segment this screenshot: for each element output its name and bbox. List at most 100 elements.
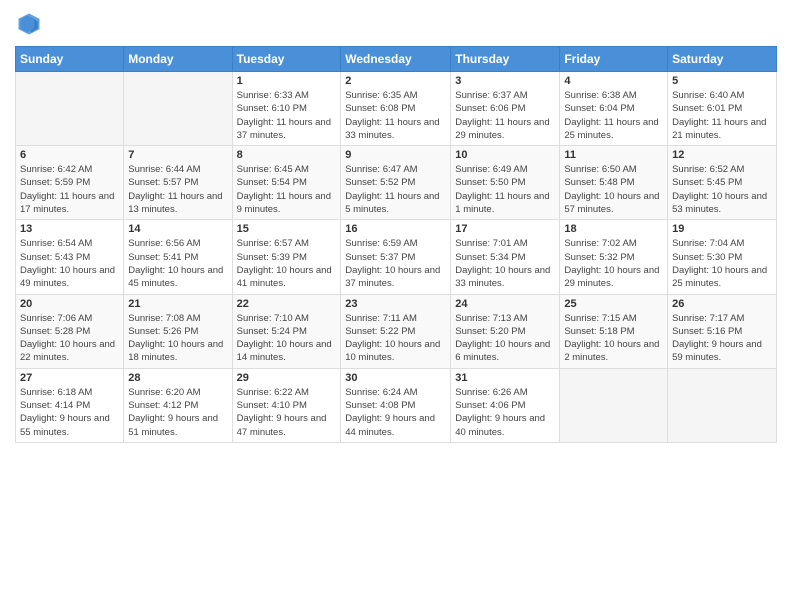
- logo-icon: [15, 10, 43, 38]
- calendar-cell: 31 Sunrise: 6:26 AMSunset: 4:06 PMDayligh…: [451, 368, 560, 442]
- calendar-cell: 29Sunrise: 6:22 AMSunset: 4:10 PMDayligh…: [232, 368, 341, 442]
- calendar-week-row: 1 Sunrise: 6:33 AMSunset: 6:10 PMDaylight…: [16, 72, 777, 146]
- day-info: Sunrise: 6:49 AMSunset: 5:50 PMDaylight:…: [455, 163, 555, 216]
- day-number: 14: [128, 223, 227, 235]
- day-info: Sunrise: 7:10 AMSunset: 5:24 PMDaylight:…: [237, 312, 337, 365]
- day-number: 2: [345, 75, 446, 87]
- day-number: 20: [20, 298, 119, 310]
- calendar-cell: [16, 72, 124, 146]
- day-info: Sunrise: 6:42 AMSunset: 5:59 PMDaylight:…: [20, 163, 119, 216]
- calendar-cell: 15 Sunrise: 6:57 AMSunset: 5:39 PMDayligh…: [232, 220, 341, 294]
- weekday-monday: Monday: [124, 47, 232, 72]
- day-number: 9: [345, 149, 446, 161]
- day-info: Sunrise: 7:04 AMSunset: 5:30 PMDaylight:…: [672, 237, 772, 290]
- calendar-cell: 8 Sunrise: 6:45 AMSunset: 5:54 PMDaylight…: [232, 146, 341, 220]
- calendar-cell: 19 Sunrise: 7:04 AMSunset: 5:30 PMDayligh…: [668, 220, 777, 294]
- day-info: Sunrise: 7:11 AMSunset: 5:22 PMDaylight:…: [345, 312, 446, 365]
- day-info: Sunrise: 6:47 AMSunset: 5:52 PMDaylight:…: [345, 163, 446, 216]
- day-number: 30: [345, 372, 446, 384]
- day-number: 12: [672, 149, 772, 161]
- day-info: Sunrise: 6:54 AMSunset: 5:43 PMDaylight:…: [20, 237, 119, 290]
- day-info: Sunrise: 7:01 AMSunset: 5:34 PMDaylight:…: [455, 237, 555, 290]
- calendar-cell: 7 Sunrise: 6:44 AMSunset: 5:57 PMDaylight…: [124, 146, 232, 220]
- day-info: Sunrise: 6:26 AMSunset: 4:06 PMDaylight:…: [455, 386, 555, 439]
- weekday-saturday: Saturday: [668, 47, 777, 72]
- day-number: 27: [20, 372, 119, 384]
- calendar-cell: 11 Sunrise: 6:50 AMSunset: 5:48 PMDayligh…: [560, 146, 668, 220]
- day-number: 5: [672, 75, 772, 87]
- weekday-tuesday: Tuesday: [232, 47, 341, 72]
- calendar-cell: 5 Sunrise: 6:40 AMSunset: 6:01 PMDaylight…: [668, 72, 777, 146]
- day-info: Sunrise: 6:35 AMSunset: 6:08 PMDaylight:…: [345, 89, 446, 142]
- day-number: 6: [20, 149, 119, 161]
- day-number: 7: [128, 149, 227, 161]
- day-number: 8: [237, 149, 337, 161]
- calendar-cell: 6 Sunrise: 6:42 AMSunset: 5:59 PMDaylight…: [16, 146, 124, 220]
- day-number: 16: [345, 223, 446, 235]
- calendar-cell: 1 Sunrise: 6:33 AMSunset: 6:10 PMDaylight…: [232, 72, 341, 146]
- day-number: 1: [237, 75, 337, 87]
- day-info: Sunrise: 6:37 AMSunset: 6:06 PMDaylight:…: [455, 89, 555, 142]
- day-number: 11: [564, 149, 663, 161]
- day-number: 15: [237, 223, 337, 235]
- page: SundayMondayTuesdayWednesdayThursdayFrid…: [0, 0, 792, 612]
- day-info: Sunrise: 7:17 AMSunset: 5:16 PMDaylight:…: [672, 312, 772, 365]
- calendar-week-row: 20 Sunrise: 7:06 AMSunset: 5:28 PMDayligh…: [16, 294, 777, 368]
- day-number: 31: [455, 372, 555, 384]
- calendar-cell: 17 Sunrise: 7:01 AMSunset: 5:34 PMDayligh…: [451, 220, 560, 294]
- calendar-cell: 25 Sunrise: 7:15 AMSunset: 5:18 PMDayligh…: [560, 294, 668, 368]
- calendar-week-row: 13 Sunrise: 6:54 AMSunset: 5:43 PMDayligh…: [16, 220, 777, 294]
- calendar-cell: 28Sunrise: 6:20 AMSunset: 4:12 PMDayligh…: [124, 368, 232, 442]
- day-info: Sunrise: 6:44 AMSunset: 5:57 PMDaylight:…: [128, 163, 227, 216]
- calendar-cell: 27 Sunrise: 6:18 AMSunset: 4:14 PMDayligh…: [16, 368, 124, 442]
- calendar-week-row: 6 Sunrise: 6:42 AMSunset: 5:59 PMDaylight…: [16, 146, 777, 220]
- calendar-cell: 20 Sunrise: 7:06 AMSunset: 5:28 PMDayligh…: [16, 294, 124, 368]
- day-number: 13: [20, 223, 119, 235]
- calendar-cell: 13 Sunrise: 6:54 AMSunset: 5:43 PMDayligh…: [16, 220, 124, 294]
- calendar-cell: 30 Sunrise: 6:24 AMSunset: 4:08 PMDayligh…: [341, 368, 451, 442]
- day-info: Sunrise: 7:15 AMSunset: 5:18 PMDaylight:…: [564, 312, 663, 365]
- day-number: 17: [455, 223, 555, 235]
- weekday-friday: Friday: [560, 47, 668, 72]
- day-number: 26: [672, 298, 772, 310]
- calendar-cell: 21 Sunrise: 7:08 AMSunset: 5:26 PMDayligh…: [124, 294, 232, 368]
- day-info: Sunrise: 6:24 AMSunset: 4:08 PMDaylight:…: [345, 386, 446, 439]
- weekday-sunday: Sunday: [16, 47, 124, 72]
- weekday-thursday: Thursday: [451, 47, 560, 72]
- day-number: 22: [237, 298, 337, 310]
- day-info: Sunrise: 6:40 AMSunset: 6:01 PMDaylight:…: [672, 89, 772, 142]
- day-number: 19: [672, 223, 772, 235]
- day-info: Sunrise: 6:20 AMSunset: 4:12 PMDaylight:…: [128, 386, 227, 439]
- day-info: Sunrise: 6:38 AMSunset: 6:04 PMDaylight:…: [564, 89, 663, 142]
- day-info: Sunrise: 6:50 AMSunset: 5:48 PMDaylight:…: [564, 163, 663, 216]
- day-info: Sunrise: 6:57 AMSunset: 5:39 PMDaylight:…: [237, 237, 337, 290]
- calendar-cell: 23 Sunrise: 7:11 AMSunset: 5:22 PMDayligh…: [341, 294, 451, 368]
- calendar-week-row: 27 Sunrise: 6:18 AMSunset: 4:14 PMDayligh…: [16, 368, 777, 442]
- day-info: Sunrise: 6:52 AMSunset: 5:45 PMDaylight:…: [672, 163, 772, 216]
- weekday-header-row: SundayMondayTuesdayWednesdayThursdayFrid…: [16, 47, 777, 72]
- calendar-cell: 24Sunrise: 7:13 AMSunset: 5:20 PMDayligh…: [451, 294, 560, 368]
- day-number: 3: [455, 75, 555, 87]
- day-info: Sunrise: 7:08 AMSunset: 5:26 PMDaylight:…: [128, 312, 227, 365]
- header: [15, 10, 777, 38]
- calendar-cell: [560, 368, 668, 442]
- day-number: 21: [128, 298, 227, 310]
- day-number: 10: [455, 149, 555, 161]
- day-info: Sunrise: 6:33 AMSunset: 6:10 PMDaylight:…: [237, 89, 337, 142]
- day-number: 24: [455, 298, 555, 310]
- calendar-cell: 10 Sunrise: 6:49 AMSunset: 5:50 PMDayligh…: [451, 146, 560, 220]
- day-number: 29: [237, 372, 337, 384]
- day-info: Sunrise: 6:45 AMSunset: 5:54 PMDaylight:…: [237, 163, 337, 216]
- day-info: Sunrise: 6:18 AMSunset: 4:14 PMDaylight:…: [20, 386, 119, 439]
- calendar-cell: 3 Sunrise: 6:37 AMSunset: 6:06 PMDaylight…: [451, 72, 560, 146]
- calendar-cell: [668, 368, 777, 442]
- calendar-table: SundayMondayTuesdayWednesdayThursdayFrid…: [15, 46, 777, 443]
- day-info: Sunrise: 7:06 AMSunset: 5:28 PMDaylight:…: [20, 312, 119, 365]
- calendar-cell: 18Sunrise: 7:02 AMSunset: 5:32 PMDayligh…: [560, 220, 668, 294]
- calendar-cell: 2 Sunrise: 6:35 AMSunset: 6:08 PMDaylight…: [341, 72, 451, 146]
- day-number: 23: [345, 298, 446, 310]
- calendar-cell: [124, 72, 232, 146]
- weekday-wednesday: Wednesday: [341, 47, 451, 72]
- day-number: 18: [564, 223, 663, 235]
- day-number: 25: [564, 298, 663, 310]
